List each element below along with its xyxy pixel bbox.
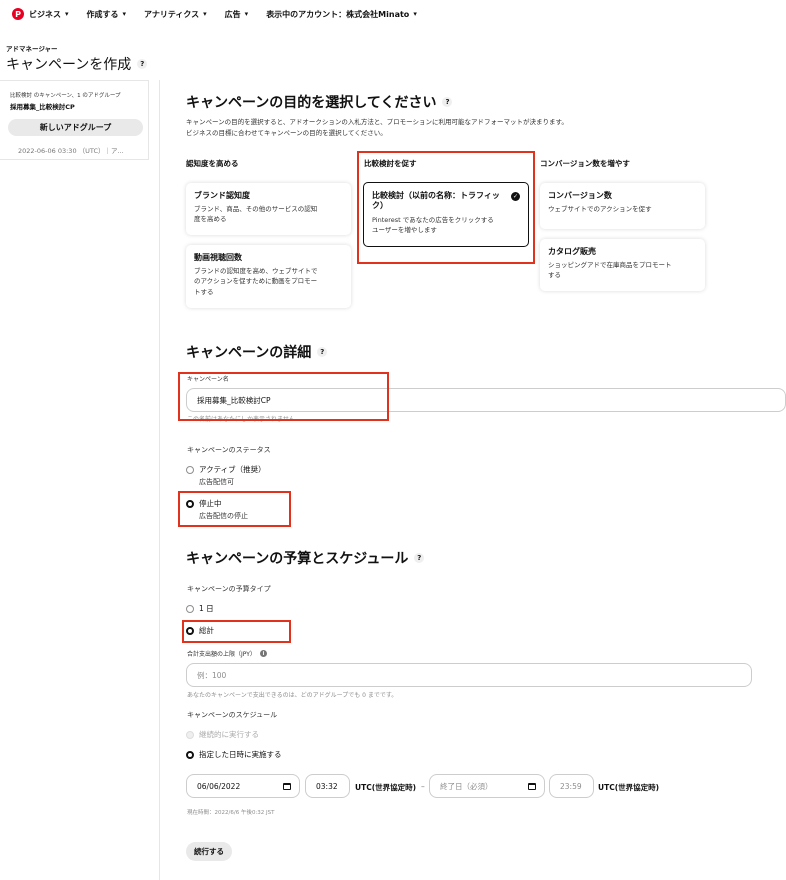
campaign-status-label: キャンペーンのステータス bbox=[187, 446, 271, 454]
nav-business[interactable]: ビジネス ▾ bbox=[29, 9, 69, 20]
radio-selected-icon bbox=[186, 750, 194, 759]
page-title: キャンペーンを作成 ? bbox=[6, 54, 148, 74]
schedule-fixed-label: 指定した日時に実施する bbox=[199, 750, 282, 759]
card-desc: 度を高める bbox=[194, 215, 227, 224]
objective-desc-2: ビジネスの目標に合わせてキャンペーンの目的を選択してください。 bbox=[186, 129, 387, 137]
highlight-box bbox=[357, 151, 535, 264]
radio-unselected-icon bbox=[186, 465, 194, 474]
status-active-sub: 広告配信可 bbox=[199, 478, 234, 486]
budget-type-label: キャンペーンの予算タイプ bbox=[187, 585, 271, 593]
nav-create-label: 作成する bbox=[86, 9, 119, 19]
schedule-label: キャンペーンのスケジュール bbox=[187, 711, 278, 719]
budget-daily-radio[interactable]: 1 日 bbox=[186, 603, 214, 614]
radio-unselected-icon bbox=[186, 604, 194, 613]
end-date-input[interactable]: 終了日（必須） bbox=[429, 774, 545, 798]
chevron-down-icon: ▾ bbox=[203, 10, 207, 18]
start-time-value: 03:32 bbox=[316, 781, 338, 791]
card-desc: ブランド、商品、その他のサービスの認知 bbox=[194, 205, 318, 214]
nav-account-label: 表示中のアカウント：株式会社Minato bbox=[266, 9, 410, 19]
budget-title-text: キャンペーンの予算とスケジュール bbox=[186, 551, 409, 567]
objective-title: キャンペーンの目的を選択してください ? bbox=[186, 92, 453, 112]
help-icon[interactable]: ? bbox=[137, 59, 148, 69]
card-desc: ショッピングアドで在庫商品をプロモート bbox=[548, 261, 672, 270]
sidebar-campaign-name[interactable]: 採用募集_比較検討CP bbox=[10, 101, 75, 111]
budget-title: キャンペーンの予算とスケジュール ? bbox=[186, 548, 425, 568]
help-icon[interactable]: ? bbox=[414, 553, 425, 563]
help-icon[interactable]: ? bbox=[442, 97, 453, 107]
chevron-down-icon: ▾ bbox=[244, 10, 249, 18]
budget-limit-label-text: 合計支出額の上限（JPY） bbox=[187, 651, 256, 658]
schedule-continuous-label: 継続的に実行する bbox=[199, 730, 259, 739]
card-desc: ウェブサイトでのアクションを促す bbox=[548, 205, 652, 214]
start-utc-label: UTC(世界協定時) bbox=[355, 783, 417, 792]
new-adgroup-button[interactable]: 新しいアドグループ bbox=[8, 119, 143, 136]
card-title: ブランド認知度 bbox=[194, 191, 250, 200]
schedule-fixed-radio[interactable]: 指定した日時に実施する bbox=[186, 749, 282, 760]
highlight-box bbox=[178, 491, 291, 527]
objective-card-catalog-sales[interactable]: カタログ販売 ショッピングアドで在庫商品をプロモート する bbox=[540, 239, 705, 291]
sidebar-adgroup-date[interactable]: 2022-06-06 03:30 （UTC）｜ア... bbox=[18, 145, 124, 155]
status-active-radio[interactable]: アクティブ（推奨） bbox=[186, 464, 266, 475]
calendar-icon bbox=[283, 782, 291, 790]
budget-limit-input[interactable]: 例：100 bbox=[186, 663, 752, 687]
objective-card-conversions[interactable]: コンバージョン数 ウェブサイトでのアクションを促す bbox=[540, 183, 705, 229]
chevron-down-icon: ▾ bbox=[122, 10, 127, 18]
nav-business-label: ビジネス bbox=[29, 9, 61, 19]
pinterest-logo-icon[interactable]: P bbox=[12, 8, 24, 20]
details-title-text: キャンペーンの詳細 bbox=[186, 345, 312, 361]
nav-analytics[interactable]: アナリティクス ▾ bbox=[144, 9, 207, 20]
current-time-text: 現在時間：2022/6/6 午後0:32 JST bbox=[187, 810, 275, 816]
sidebar-divider bbox=[159, 80, 160, 880]
highlight-box bbox=[182, 620, 291, 643]
date-range-dash: – bbox=[421, 782, 425, 791]
page-supertitle: アドマネージャー bbox=[6, 45, 58, 53]
column-heading-awareness: 認知度を高める bbox=[186, 159, 239, 168]
radio-disabled-icon bbox=[186, 730, 194, 739]
status-active-label: アクティブ（推奨） bbox=[199, 465, 266, 474]
nav-analytics-label: アナリティクス bbox=[144, 9, 200, 19]
page-title-text: キャンペーンを作成 bbox=[6, 57, 132, 73]
card-desc: ブランドの認知度を高め、ウェブサイトで bbox=[194, 267, 318, 276]
info-icon[interactable]: i bbox=[259, 650, 267, 657]
details-title: キャンペーンの詳細 ? bbox=[186, 342, 328, 362]
highlight-box bbox=[178, 372, 389, 421]
card-title: 動画視聴回数 bbox=[194, 253, 242, 262]
budget-daily-label: 1 日 bbox=[199, 604, 214, 613]
card-desc: のアクションを促すために動画をプロモー bbox=[194, 277, 318, 286]
start-date-value: 06/06/2022 bbox=[197, 781, 241, 791]
calendar-icon bbox=[528, 782, 536, 790]
objective-card-video-views[interactable]: 動画視聴回数 ブランドの認知度を高め、ウェブサイトで のアクションを促すために動… bbox=[186, 245, 351, 308]
start-date-input[interactable]: 06/06/2022 bbox=[186, 774, 300, 798]
budget-limit-helper: あなたのキャンペーンで支出できるのは、どのアドグループでも 0 までです。 bbox=[187, 692, 398, 699]
column-heading-conversion: コンバージョン数を増やす bbox=[540, 159, 630, 168]
budget-limit-label: 合計支出額の上限（JPY） i bbox=[187, 649, 267, 658]
nav-create[interactable]: 作成する ▾ bbox=[87, 9, 127, 20]
nav-ads[interactable]: 広告 ▾ bbox=[225, 9, 249, 20]
card-desc: トする bbox=[194, 287, 214, 296]
continue-button[interactable]: 続行する bbox=[186, 842, 232, 861]
campaign-sidebar: 比較検討 のキャンペーン、1 のアドグループ 採用募集_比較検討CP 新しいアド… bbox=[0, 80, 149, 160]
card-title: コンバージョン数 bbox=[548, 191, 612, 200]
objective-desc-1: キャンペーンの目的を選択すると、アドオークションの入札方法と、プロモーションに利… bbox=[186, 118, 568, 126]
chevron-down-icon: ▾ bbox=[65, 10, 69, 18]
nav-ads-label: 広告 bbox=[224, 9, 241, 19]
card-desc: する bbox=[548, 271, 561, 280]
start-time-input[interactable]: 03:32 bbox=[305, 774, 350, 798]
chevron-down-icon: ▾ bbox=[413, 10, 417, 18]
end-time-placeholder: 23:59 bbox=[560, 781, 582, 791]
end-date-placeholder: 終了日（必須） bbox=[440, 781, 493, 791]
objective-card-brand-awareness[interactable]: ブランド認知度 ブランド、商品、その他のサービスの認知 度を高める bbox=[186, 183, 351, 235]
nav-account[interactable]: 表示中のアカウント：株式会社Minato ▾ bbox=[266, 9, 417, 20]
sidebar-caption: 比較検討 のキャンペーン、1 のアドグループ bbox=[10, 93, 121, 99]
top-nav: P ビジネス ▾ 作成する ▾ アナリティクス ▾ 広告 ▾ 表示中のアカウント：株式会… bbox=[0, 0, 786, 28]
schedule-continuous-radio[interactable]: 継続的に実行する bbox=[186, 729, 259, 740]
end-time-input[interactable]: 23:59 bbox=[549, 774, 594, 798]
help-icon[interactable]: ? bbox=[317, 347, 328, 357]
end-utc-label: UTC(世界協定時) bbox=[598, 783, 660, 792]
card-title: カタログ販売 bbox=[548, 247, 596, 256]
objective-title-text: キャンペーンの目的を選択してください bbox=[186, 95, 437, 111]
